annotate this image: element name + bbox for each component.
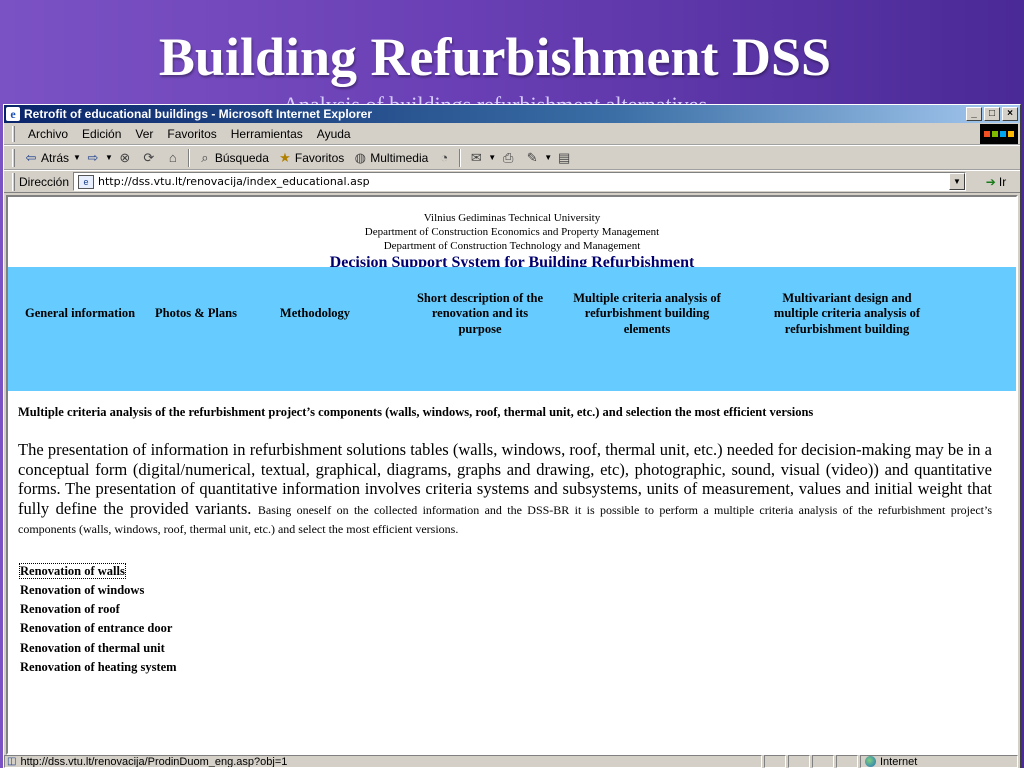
mail-dropdown-icon[interactable]: ▼ (488, 153, 496, 162)
link-renovation-walls-label: Renovation of walls (19, 562, 126, 579)
address-label: Dirección (19, 174, 70, 189)
security-zone: Internet (860, 755, 1018, 768)
menu-edicion[interactable]: Edición (75, 125, 128, 143)
back-button[interactable]: ⇦ Atrás (19, 148, 73, 168)
home-icon: ⌂ (168, 149, 177, 165)
go-arrow-icon: ➔ (985, 174, 996, 189)
maximize-button[interactable]: □ (984, 107, 1000, 121)
back-dropdown-icon[interactable]: ▼ (73, 153, 81, 162)
zone-label: Internet (880, 755, 918, 768)
page-icon: e (78, 174, 95, 189)
favorites-button[interactable]: ★ Favoritos (273, 148, 348, 168)
status-bar: ◫ http://dss.vtu.lt/renovacija/ProdinDuo… (4, 755, 1020, 768)
renovation-links: Renovation of walls Renovation of window… (8, 538, 1016, 678)
status-cell-empty (836, 755, 858, 768)
slide-title: Building Refurbishment DSS (158, 27, 832, 87)
edit-icon: ✎ (526, 149, 538, 165)
go-label: Ir (998, 174, 1007, 189)
nav-short-description[interactable]: Short description of the renovation and … (415, 283, 545, 345)
go-button[interactable]: ➔ Ir (972, 175, 1020, 189)
ie-logo-icon: e (6, 107, 20, 121)
forward-dropdown-icon[interactable]: ▼ (105, 153, 113, 162)
windows-logo-icon (980, 124, 1018, 144)
stop-button[interactable]: ⊗ (113, 148, 137, 168)
status-url: http://dss.vtu.lt/renovacija/ProdinDuom_… (20, 755, 288, 768)
department-technology: Department of Construction Technology an… (383, 240, 641, 252)
print-button[interactable]: ⎙ (496, 148, 520, 168)
nav-multivariant-design[interactable]: Multivariant design and multiple criteri… (762, 283, 932, 345)
discuss-button[interactable]: ▤ (552, 148, 576, 168)
address-url[interactable]: http://dss.vtu.lt/renovacija/index_educa… (98, 175, 370, 188)
nav-photos-plans[interactable]: Photos & Plans (152, 283, 240, 345)
document-icon: ▤ (557, 149, 571, 165)
history-button[interactable]: ◔ (432, 148, 456, 168)
menu-bar: Archivo Edición Ver Favoritos Herramient… (4, 123, 1020, 145)
dss-heading: Decision Support System for Building Ref… (329, 254, 695, 267)
link-renovation-heating-system[interactable]: Renovation of heating system (20, 658, 1016, 677)
address-bar: Dirección e http://dss.vtu.lt/renovacija… (4, 170, 1020, 193)
section-heading: Multiple criteria analysis of the refurb… (18, 405, 814, 419)
department-economics: Department of Construction Economics and… (364, 226, 660, 238)
window-title: Retrofit of educational buildings - Micr… (24, 107, 373, 121)
back-arrow-icon: ⇦ (25, 149, 37, 165)
address-input[interactable]: e http://dss.vtu.lt/renovacija/index_edu… (73, 172, 966, 191)
nav-general-information[interactable]: General information (8, 283, 152, 345)
link-renovation-entrance-door[interactable]: Renovation of entrance door (20, 619, 1016, 638)
nav-multiple-criteria-analysis[interactable]: Multiple criteria analysis of refurbishm… (572, 283, 722, 345)
forward-arrow-icon: ⇨ (87, 149, 99, 165)
status-page-icon: ◫ (7, 755, 17, 767)
toolbar-grip[interactable] (12, 125, 15, 142)
forward-button[interactable]: ⇨ (81, 148, 105, 168)
status-cell-empty (812, 755, 834, 768)
media-label: Multimedia (370, 150, 429, 165)
nav-methodology[interactable]: Methodology (240, 283, 390, 345)
link-renovation-walls[interactable]: Renovation of walls (19, 562, 1016, 581)
toolbar-separator (459, 148, 462, 167)
page-content: Vilnius Gediminas Technical University D… (6, 195, 1018, 755)
stop-icon: ⊗ (119, 149, 131, 165)
menu-ayuda[interactable]: Ayuda (310, 125, 358, 143)
address-dropdown-icon[interactable]: ▼ (949, 173, 965, 190)
standard-toolbar: ⇦ Atrás ▼ ⇨ ▼ ⊗ ⟳ ⌂ ⌕ Búsqueda ★ Favorit… (4, 145, 1020, 170)
favorites-star-icon: ★ (279, 149, 291, 165)
minimize-button[interactable]: _ (966, 107, 982, 121)
menu-ver[interactable]: Ver (128, 125, 160, 143)
menu-herramientas[interactable]: Herramientas (224, 125, 310, 143)
menu-favoritos[interactable]: Favoritos (160, 125, 223, 143)
search-button[interactable]: ⌕ Búsqueda (193, 148, 273, 168)
internet-globe-icon (865, 756, 876, 767)
menu-archivo[interactable]: Archivo (21, 125, 75, 143)
refresh-icon: ⟳ (143, 149, 155, 165)
back-label: Atrás (41, 150, 70, 165)
search-icon: ⌕ (201, 149, 209, 165)
history-icon: ◔ (440, 149, 449, 165)
media-icon: ◍ (354, 149, 366, 165)
toolbar-grip[interactable] (12, 148, 15, 167)
favorites-label: Favoritos (294, 150, 345, 165)
media-button[interactable]: ◍ Multimedia (348, 148, 432, 168)
browser-window: e Retrofit of educational buildings - Mi… (3, 104, 1021, 768)
status-text-cell: ◫ http://dss.vtu.lt/renovacija/ProdinDuo… (4, 755, 762, 768)
edit-dropdown-icon[interactable]: ▼ (544, 153, 552, 162)
link-renovation-thermal-unit[interactable]: Renovation of thermal unit (20, 639, 1016, 658)
status-cell-empty (764, 755, 786, 768)
link-renovation-windows[interactable]: Renovation of windows (20, 581, 1016, 600)
refresh-button[interactable]: ⟳ (137, 148, 161, 168)
navigation-band: General information Photos & Plans Metho… (8, 267, 1016, 391)
search-label: Búsqueda (214, 150, 269, 165)
home-button[interactable]: ⌂ (161, 148, 185, 168)
toolbar-grip[interactable] (12, 172, 15, 191)
university-name: Vilnius Gediminas Technical University (423, 212, 601, 224)
edit-button[interactable]: ✎ (520, 148, 544, 168)
toolbar-separator (187, 148, 190, 167)
window-titlebar: e Retrofit of educational buildings - Mi… (4, 105, 1020, 123)
mail-icon: ✉ (470, 149, 482, 165)
print-icon: ⎙ (503, 149, 514, 165)
mail-button[interactable]: ✉ (464, 148, 488, 168)
close-button[interactable]: × (1002, 107, 1018, 121)
description-paragraph: The presentation of information in refur… (8, 420, 1016, 538)
status-cell-empty (788, 755, 810, 768)
link-renovation-roof[interactable]: Renovation of roof (20, 600, 1016, 619)
